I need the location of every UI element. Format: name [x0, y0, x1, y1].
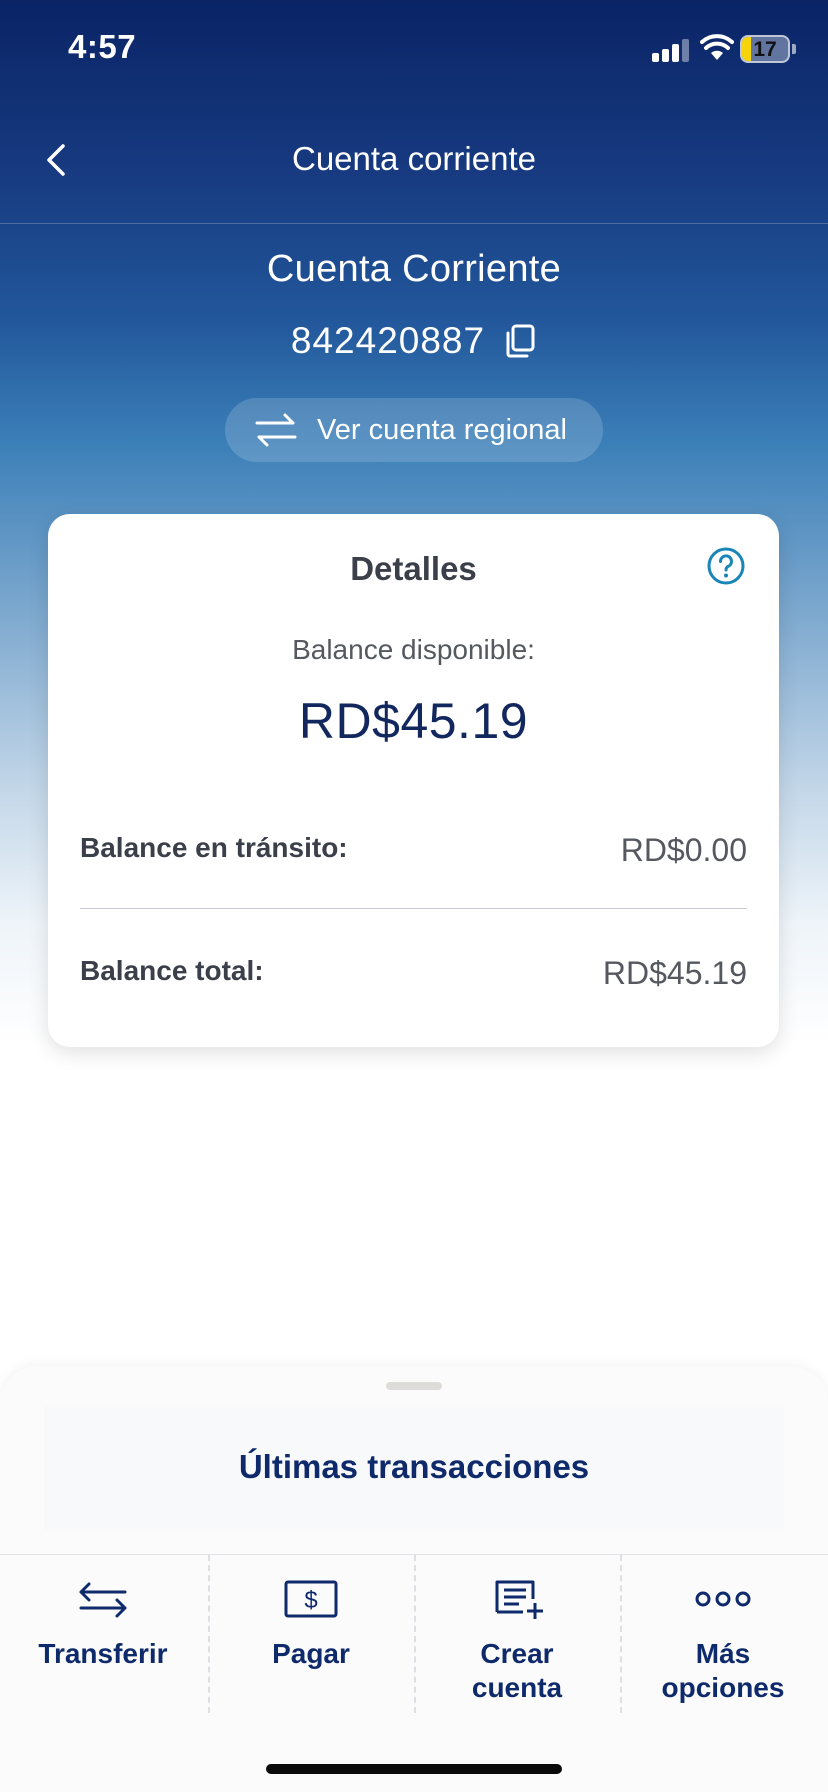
total-balance-label: Balance total:: [80, 955, 264, 986]
wifi-icon: [700, 34, 734, 60]
nav-bar: Cuenta corriente: [0, 110, 828, 224]
pay-label: Pagar: [272, 1638, 350, 1669]
pay-button[interactable]: $ Pagar: [208, 1555, 414, 1715]
recent-transactions-title: Últimas transacciones: [238, 1448, 590, 1485]
swap-arrows-icon: [255, 413, 297, 447]
battery-level: 17: [753, 38, 777, 61]
action-bar: Transferir $ Pagar Crear cuenta Más opci…: [0, 1554, 828, 1792]
available-balance-amount: RD$45.19: [298, 693, 529, 749]
transfer-icon: [79, 1582, 127, 1618]
pay-icon: $: [284, 1580, 338, 1618]
copy-icon[interactable]: [503, 323, 537, 359]
transfer-label: Transferir: [38, 1638, 168, 1669]
signal-icon: [652, 38, 690, 62]
transit-balance-amount: RD$0.00: [620, 832, 747, 868]
create-account-button[interactable]: Crear cuenta: [414, 1555, 620, 1715]
view-regional-account-label: Ver cuenta regional: [317, 413, 567, 446]
page-title: Cuenta corriente: [292, 140, 536, 177]
details-title: Detalles: [350, 550, 477, 587]
details-card: Detalles Balance disponible: RD$45.19 Ba…: [48, 514, 779, 1047]
account-name: Cuenta Corriente: [266, 248, 562, 290]
help-icon[interactable]: [706, 546, 746, 586]
create-account-label: Crear cuenta: [471, 1638, 563, 1703]
transit-balance-label: Balance en tránsito:: [80, 832, 348, 863]
battery-tip: [792, 44, 796, 54]
account-number-row: 842420887: [0, 320, 828, 362]
transactions-sheet[interactable]: Últimas transacciones Transferir $ Pagar: [0, 1366, 828, 1792]
available-balance-label: Balance disponible:: [292, 634, 535, 665]
transfer-button[interactable]: Transferir: [0, 1555, 206, 1715]
account-number: 842420887: [290, 320, 486, 361]
total-balance-amount: RD$45.19: [602, 955, 747, 991]
more-options-icon: [695, 1591, 751, 1607]
more-options-button[interactable]: Más opciones: [620, 1555, 826, 1715]
view-regional-account-button[interactable]: Ver cuenta regional: [225, 398, 603, 462]
home-indicator: [266, 1764, 562, 1774]
svg-text:$: $: [304, 1587, 317, 1614]
status-bar: 4:57 17: [0, 0, 828, 100]
divider: [80, 908, 747, 909]
more-options-label: Más opciones: [661, 1638, 785, 1703]
status-time: 4:57: [68, 28, 137, 65]
sheet-grabber[interactable]: [386, 1382, 442, 1390]
battery-icon: 17: [740, 35, 790, 63]
create-account-icon: [495, 1580, 543, 1619]
